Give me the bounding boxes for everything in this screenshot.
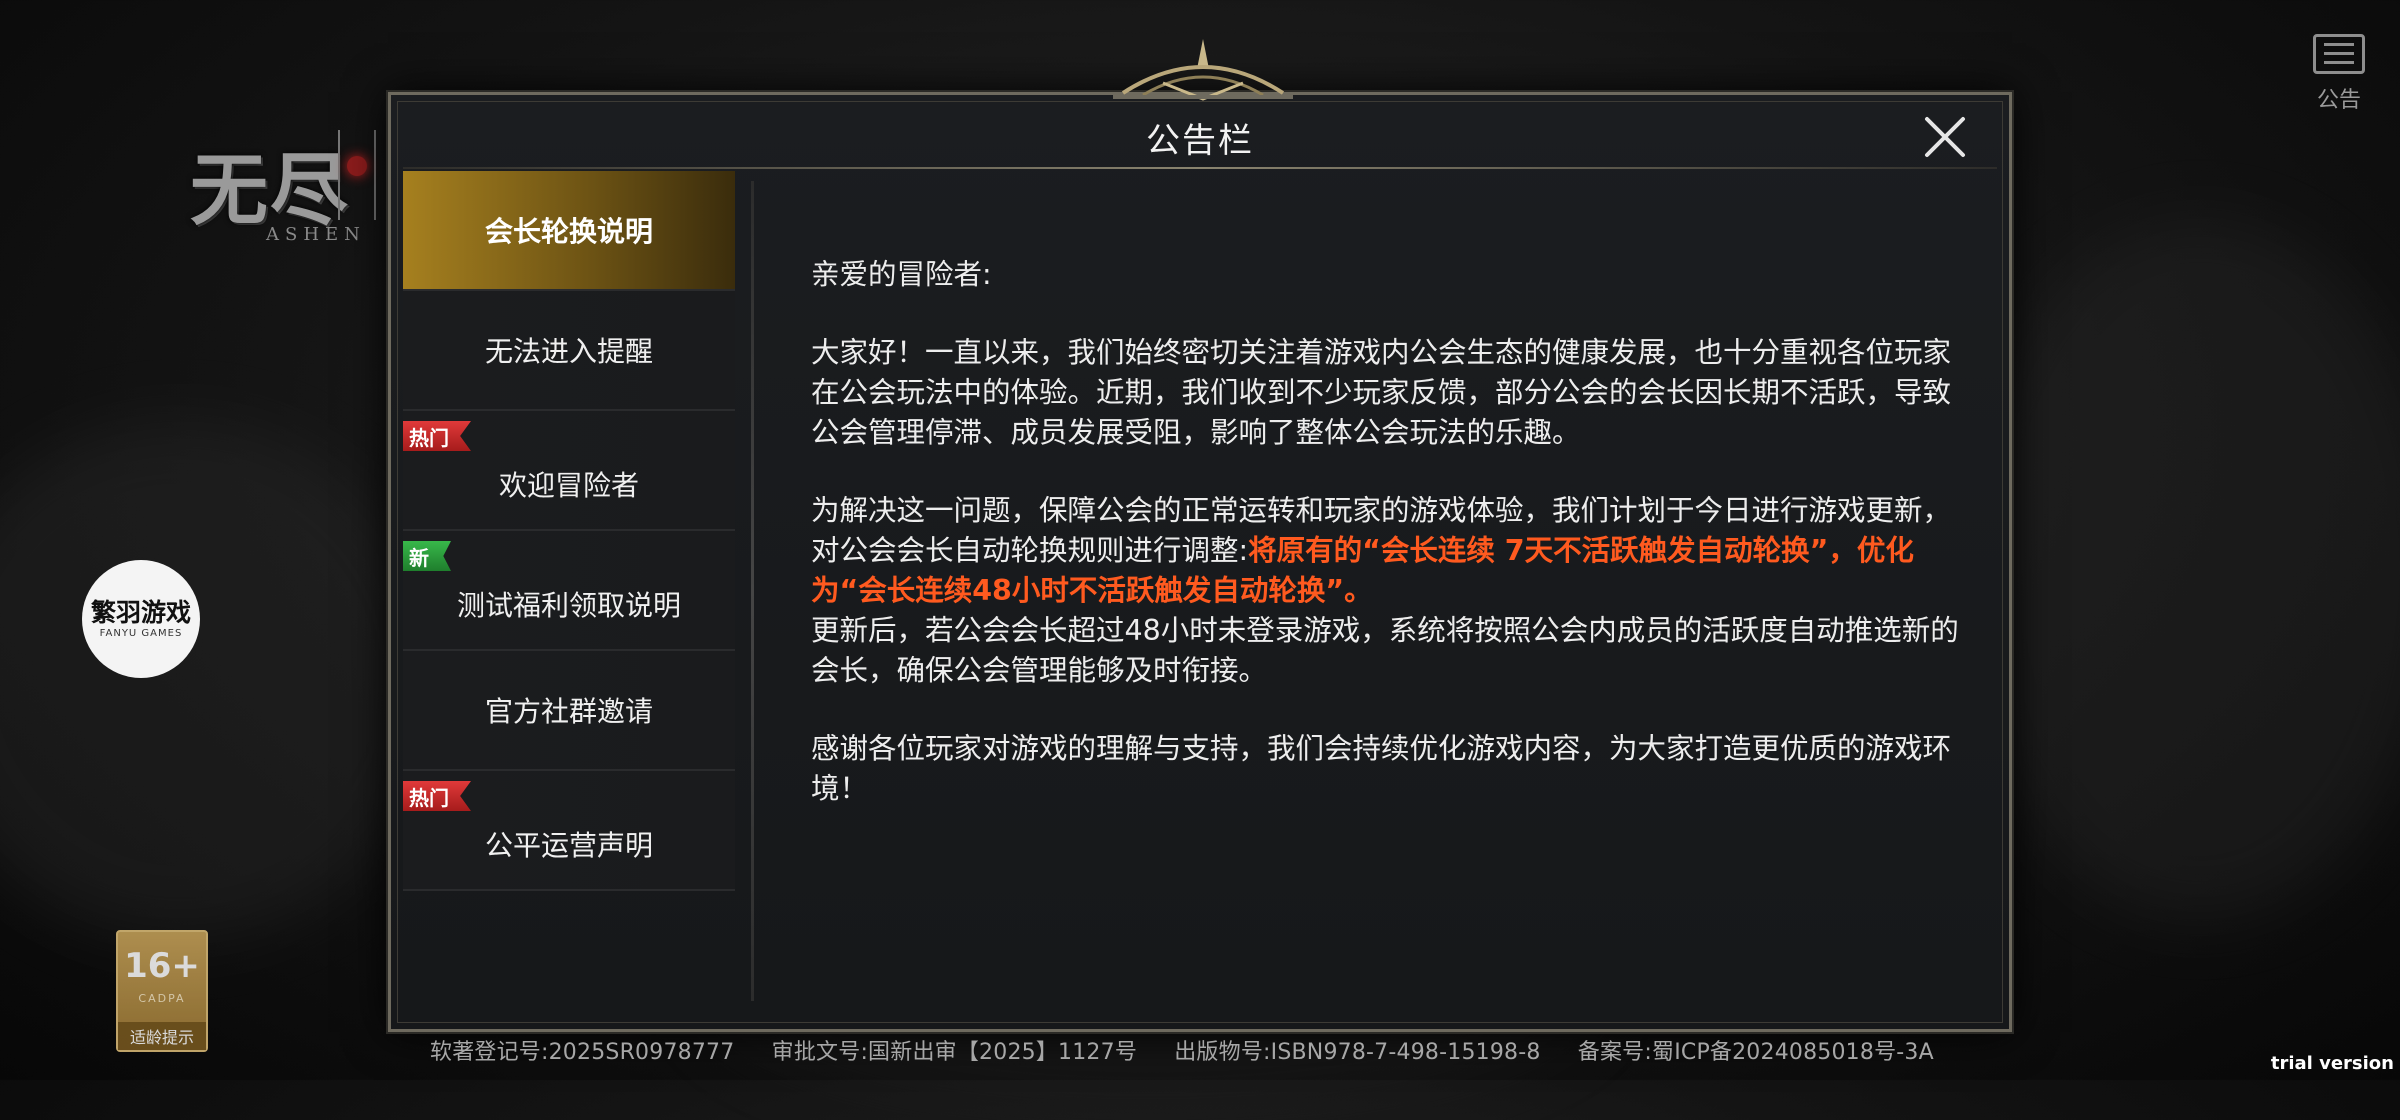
tab-welcome[interactable]: 热门 欢迎冒险者 — [403, 411, 735, 531]
new-badge: 新 — [403, 541, 451, 571]
paragraph-2: 为解决这一问题，保障公会的正常运转和玩家的游戏体验，我们计划于今日进行游戏更新，… — [811, 491, 1971, 691]
age-rating-number: 16+ — [124, 946, 200, 986]
paragraph-3: 感谢各位玩家对游戏的理解与支持，我们会持续优化游戏内容，为大家打造更优质的游戏环… — [811, 732, 1952, 805]
notice-button[interactable]: 公告 — [2306, 34, 2372, 124]
tab-cannot-enter[interactable]: 无法进入提醒 — [403, 291, 735, 411]
background-rock — [1960, 220, 2400, 920]
tab-label: 无法进入提醒 — [484, 335, 653, 368]
icp-record: 备案号:蜀ICP备2024085018号-3A — [1577, 1040, 1934, 1065]
notice-button-label: 公告 — [2316, 88, 2361, 113]
paragraph-1: 大家好！一直以来，我们始终密切关注着游戏内公会生态的健康发展，也十分重视各位玩家… — [811, 336, 1952, 449]
approval-number: 审批文号:国新出审【2025】1127号 — [771, 1040, 1138, 1065]
tab-label: 欢迎冒险者 — [498, 469, 639, 502]
publisher-logo: 繁羽游戏 FANYU GAMES — [82, 560, 200, 678]
tab-test-rewards[interactable]: 新 测试福利领取说明 — [403, 531, 735, 651]
game-logo: 无尽 ASHEN — [170, 120, 400, 250]
hot-badge: 热门 — [403, 421, 471, 451]
age-rating-org: CADPA — [138, 992, 186, 1005]
background-rock — [0, 420, 440, 940]
hot-badge: 热门 — [403, 781, 471, 811]
announcement-content[interactable]: 亲爱的冒险者: 大家好！一直以来，我们始终密切关注着游戏内公会生态的健康发展，也… — [811, 255, 1971, 847]
tab-label: 测试福利领取说明 — [456, 589, 681, 622]
age-rating-badge[interactable]: 16+ CADPA 适龄提示 — [116, 930, 208, 1052]
announcement-dialog: 公告栏 会长轮换说明 无法进入提醒 热门 欢迎冒险者 新 测试福利领取说明 官方… — [388, 39, 2012, 1032]
tab-fair-operation[interactable]: 热门 公平运营声明 — [403, 771, 735, 891]
software-registration: 软著登记号:2025SR0978777 — [430, 1040, 735, 1065]
publication-number: 出版物号:ISBN978-7-498-15198-8 — [1174, 1040, 1541, 1065]
logo-emblem-icon — [338, 130, 376, 220]
tab-label: 会长轮换说明 — [484, 215, 653, 248]
announcement-tab-list: 会长轮换说明 无法进入提醒 热门 欢迎冒险者 新 测试福利领取说明 官方社群邀请… — [403, 171, 735, 997]
tab-guild-leader-rotation[interactable]: 会长轮换说明 — [403, 171, 735, 291]
notice-list-icon — [2313, 34, 2365, 74]
age-rating-tip: 适龄提示 — [118, 1022, 206, 1050]
greeting: 亲爱的冒险者: — [811, 258, 992, 291]
dialog-title: 公告栏 — [1146, 121, 1254, 161]
tab-community-invite[interactable]: 官方社群邀请 — [403, 651, 735, 771]
publisher-name: 繁羽游戏 — [90, 597, 191, 627]
publisher-sub: FANYU GAMES — [99, 627, 183, 639]
tab-label: 官方社群邀请 — [484, 695, 653, 728]
title-divider — [403, 167, 1997, 169]
close-icon — [1925, 117, 1965, 157]
paragraph-2-end: 更新后，若公会会长超过48小时未登录游戏，系统将按照公会内成员的活跃度自动推选新… — [811, 614, 1959, 687]
crest-ornament-icon — [1103, 35, 1303, 103]
license-info: 软著登记号:2025SR0978777 审批文号:国新出审【2025】1127号… — [430, 1034, 1964, 1066]
trial-watermark: trial version — [2270, 1053, 2394, 1074]
tab-label: 公平运营声明 — [484, 829, 653, 862]
game-logo-subtitle: ASHEN — [266, 224, 366, 245]
close-button[interactable] — [1921, 113, 1969, 161]
sidebar-scrollbar[interactable] — [751, 181, 754, 1001]
